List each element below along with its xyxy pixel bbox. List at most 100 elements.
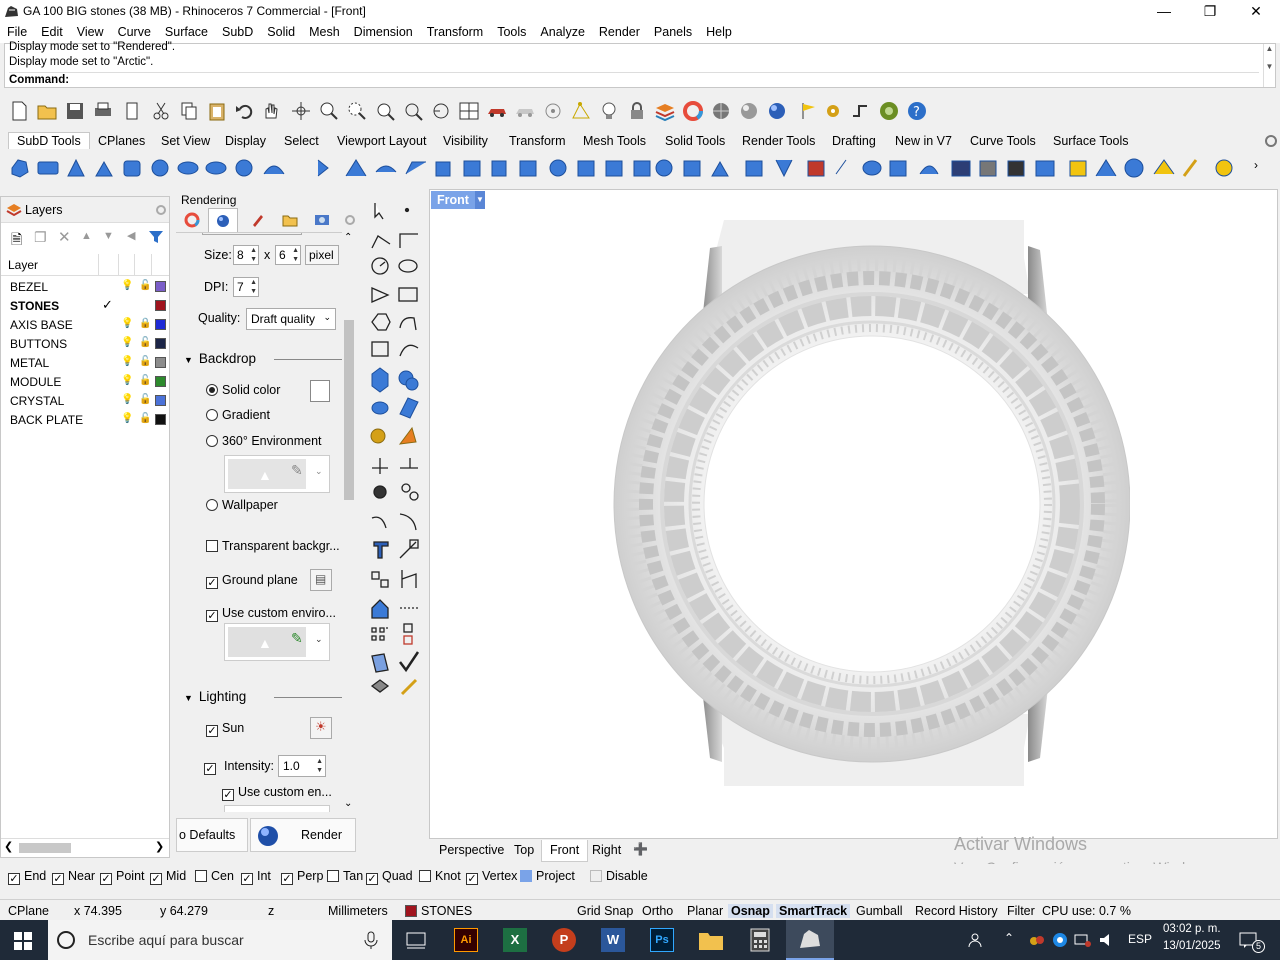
unlock-icon[interactable]: 🔓 xyxy=(139,375,151,386)
visibility-bulb-icon[interactable]: 💡 xyxy=(121,318,133,329)
command-scrollbar[interactable]: ▲ ▼ xyxy=(1263,44,1275,87)
undo-view-icon[interactable] xyxy=(430,100,452,122)
more-tools-chevron-icon[interactable]: › xyxy=(1254,158,1258,172)
panel-settings-gear-icon[interactable] xyxy=(344,214,356,226)
tab-mesh-tools[interactable]: Mesh Tools xyxy=(583,134,646,148)
lock-icon[interactable] xyxy=(626,100,648,122)
undo-icon[interactable] xyxy=(234,100,256,122)
tab-front[interactable]: Front xyxy=(541,840,589,862)
layer-color-swatch[interactable] xyxy=(155,414,166,425)
add-viewport-tab-icon[interactable]: ➕ xyxy=(633,842,648,856)
show-hidden-icons-chevron-icon[interactable]: ⌃ xyxy=(1004,931,1014,945)
four-viewports-icon[interactable] xyxy=(458,100,480,122)
osnap-int-checkbox[interactable]: ✓ Int xyxy=(241,869,271,885)
osnap-toggle[interactable]: Osnap xyxy=(728,904,773,918)
delete-layer-icon[interactable]: ✕ xyxy=(58,228,71,246)
print-icon[interactable] xyxy=(92,100,114,122)
light-bulb-icon[interactable] xyxy=(598,100,620,122)
scroll-left-icon[interactable]: ❮ xyxy=(4,840,13,853)
panel-settings-gear-icon[interactable] xyxy=(155,204,167,216)
gradient-radio[interactable]: Gradient xyxy=(206,408,270,422)
move-down-icon[interactable]: ▼ xyxy=(103,230,114,242)
ground-plane-checkbox[interactable]: ✓ Ground plane xyxy=(206,573,298,589)
word-taskbar-icon[interactable]: W xyxy=(601,928,625,952)
sun-settings-button[interactable]: ☀ xyxy=(310,717,332,739)
filter-toggle[interactable]: Filter xyxy=(1007,904,1035,918)
shaded-sphere-icon[interactable] xyxy=(710,100,732,122)
color-wheel-icon[interactable] xyxy=(682,100,704,122)
photoshop-taskbar-icon[interactable]: Ps xyxy=(650,928,674,952)
tab-cplanes[interactable]: CPlanes xyxy=(98,134,145,148)
move-up-icon[interactable]: ▲ xyxy=(81,230,92,242)
layers-panel-title[interactable]: Layers xyxy=(25,203,63,217)
environment-tab-icon[interactable] xyxy=(314,212,330,228)
osnap-tan-checkbox[interactable]: Tan xyxy=(327,869,363,883)
options-gear-icon[interactable] xyxy=(822,100,844,122)
transparent-background-checkbox[interactable]: Transparent backgr... xyxy=(206,539,340,553)
layer-row[interactable]: AXIS BASE 💡 🔒 xyxy=(1,315,169,334)
rhino-taskbar-button[interactable] xyxy=(786,920,834,960)
import-icon[interactable] xyxy=(122,100,144,122)
osnap-near-checkbox[interactable]: ✓ Near xyxy=(52,869,95,885)
tab-select[interactable]: Select xyxy=(284,134,319,148)
osnap-target-icon[interactable] xyxy=(542,100,564,122)
pan-hand-icon[interactable] xyxy=(260,100,282,122)
layer-row[interactable]: CRYSTAL 💡 🔓 xyxy=(1,391,169,410)
dpi-stepper[interactable]: 7 ▲ ▼ xyxy=(233,277,259,297)
osnap-mid-checkbox[interactable]: ✓ Mid xyxy=(150,869,186,885)
scroll-thumb[interactable] xyxy=(344,320,354,500)
layer-stack-icon[interactable] xyxy=(654,100,676,122)
visibility-bulb-icon[interactable]: 💡 xyxy=(121,356,133,367)
edit-pencil-icon[interactable]: ✎ xyxy=(291,630,303,647)
backdrop-color-swatch[interactable] xyxy=(310,380,330,402)
scroll-up-icon[interactable]: ⌃ xyxy=(344,232,352,243)
rebuild-curve-icon[interactable] xyxy=(850,100,872,122)
layers-horizontal-scrollbar[interactable]: ❮ ❯ xyxy=(1,838,169,856)
osnap-end-checkbox[interactable]: ✓ End xyxy=(8,869,46,885)
size-width-stepper[interactable]: 8 ▲ ▼ xyxy=(233,245,259,265)
current-layer-label[interactable]: STONES xyxy=(421,904,472,918)
lighting-environment-picker[interactable] xyxy=(224,805,330,812)
rotate-view-icon[interactable] xyxy=(290,100,312,122)
windows-start-icon[interactable] xyxy=(14,932,32,950)
size-unit-dropdown[interactable]: pixel xyxy=(305,245,339,265)
grid-snap-toggle[interactable]: Grid Snap xyxy=(577,904,633,918)
network-icon[interactable] xyxy=(1074,932,1092,948)
viewport-menu-arrow-icon[interactable]: ▼ xyxy=(475,191,485,209)
people-icon[interactable] xyxy=(968,932,986,948)
visibility-bulb-icon[interactable]: 💡 xyxy=(121,337,133,348)
front-viewport[interactable]: Front ▼ xyxy=(429,189,1278,839)
restore-button[interactable]: ❐ xyxy=(1187,0,1233,23)
car-icon[interactable] xyxy=(486,100,508,122)
osnap-cen-checkbox[interactable]: Cen xyxy=(195,869,234,883)
menu-edit[interactable]: Edit xyxy=(34,23,70,43)
dimension-flag-icon[interactable] xyxy=(798,100,820,122)
osnap-vertex-checkbox[interactable]: ✓ Vertex xyxy=(466,869,517,885)
taskbar-search-box[interactable]: Escribe aquí para buscar xyxy=(48,920,392,960)
osnap-quad-checkbox[interactable]: ✓ Quad xyxy=(366,869,413,885)
menu-help[interactable]: Help xyxy=(699,23,739,43)
tab-visibility[interactable]: Visibility xyxy=(443,134,488,148)
intensity-checkbox[interactable]: ✓ xyxy=(204,759,220,775)
menu-transform[interactable]: Transform xyxy=(420,23,491,43)
layer-color-swatch[interactable] xyxy=(155,376,166,387)
close-button[interactable]: ✕ xyxy=(1233,0,1279,23)
custom-environment-checkbox[interactable]: ✓ Use custom enviro... xyxy=(206,606,336,622)
intensity-stepper[interactable]: 1.0 ▲ ▼ xyxy=(278,755,326,777)
menu-mesh[interactable]: Mesh xyxy=(302,23,347,43)
filter-icon[interactable] xyxy=(148,229,164,245)
layer-row[interactable]: METAL 💡 🔓 xyxy=(1,353,169,372)
subd-tool-icons[interactable] xyxy=(8,156,1248,180)
clock-time[interactable]: 03:02 p. m. xyxy=(1163,923,1221,935)
tab-curve-tools[interactable]: Curve Tools xyxy=(970,134,1036,148)
visibility-bulb-icon[interactable]: 💡 xyxy=(121,375,133,386)
command-prompt[interactable]: Command: xyxy=(9,72,1259,86)
input-language[interactable]: ESP xyxy=(1128,932,1152,946)
tab-right[interactable]: Right xyxy=(592,843,621,857)
tab-display[interactable]: Display xyxy=(225,134,266,148)
layer-row[interactable]: BUTTONS 💡 🔓 xyxy=(1,334,169,353)
color-wheel-tab-icon[interactable] xyxy=(184,212,200,228)
visibility-bulb-icon[interactable]: 💡 xyxy=(121,280,133,291)
layer-row[interactable]: BEZEL 💡 🔓 xyxy=(1,277,169,296)
smarttrack-toggle[interactable]: SmartTrack xyxy=(776,904,851,918)
